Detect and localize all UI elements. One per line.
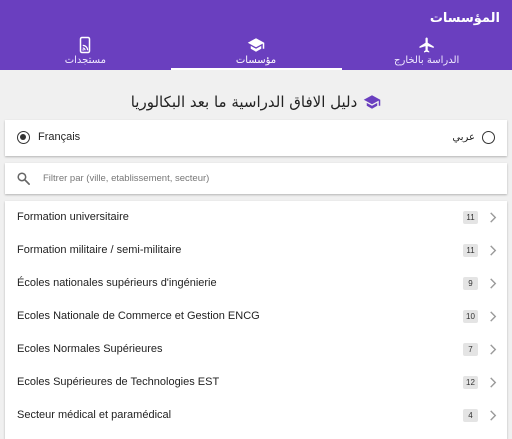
count-badge: 7 <box>463 343 478 356</box>
list-item-label: Secteur médical et paramédical <box>17 409 172 421</box>
chevron-right-icon <box>490 278 497 289</box>
french-label[interactable]: Français <box>38 131 80 143</box>
list-item[interactable]: Ecoles Nationale de Commerce et Gestion … <box>5 300 507 332</box>
tab-news-label: مستجدات <box>64 55 106 66</box>
list-item[interactable]: Ecoles Supérieures de Technologies EST 1… <box>5 366 507 398</box>
count-badge: 12 <box>463 376 478 389</box>
category-list: Formation universitaire 11 Formation mil… <box>5 201 507 439</box>
chevron-right-icon <box>490 311 497 322</box>
list-item-label: Ecoles Supérieures de Technologies EST <box>17 376 220 388</box>
graduation-cap-icon <box>364 95 381 109</box>
list-item[interactable]: Ecoles Normales Supérieures 7 <box>5 333 507 365</box>
arabic-radio[interactable] <box>482 131 495 144</box>
list-item[interactable]: Écoles nationales supérieurs d'ingénieri… <box>5 267 507 299</box>
count-badge: 9 <box>463 277 478 290</box>
search-icon <box>17 172 30 185</box>
tab-institutions[interactable]: مؤسسات <box>171 30 342 70</box>
app-title: المؤسسات <box>429 11 500 26</box>
list-item[interactable]: Formation militaire / semi-militaire 11 <box>5 234 507 266</box>
chevron-right-icon <box>490 410 497 421</box>
graduation-cap-icon <box>247 38 265 52</box>
search-input[interactable] <box>43 169 483 188</box>
search-bar <box>5 163 507 194</box>
chevron-right-icon <box>490 344 497 355</box>
count-badge: 11 <box>463 211 478 224</box>
tab-study-abroad[interactable]: الدراسة بالخارج <box>341 30 512 70</box>
tab-study-abroad-label: الدراسة بالخارج <box>394 55 460 66</box>
tab-institutions-label: مؤسسات <box>235 55 277 66</box>
phone-cast-icon <box>80 36 91 54</box>
language-selector: Français عربي <box>5 120 507 156</box>
count-badge: 10 <box>463 310 478 323</box>
page-title: دليل الافاق الدراسية ما بعد البكالوريا <box>130 93 358 111</box>
chevron-right-icon <box>490 245 497 256</box>
app-bar: المؤسسات مستجدات مؤسسات الدراسة بالخارج <box>0 0 512 70</box>
chevron-right-icon <box>490 212 497 223</box>
tab-news[interactable]: مستجدات <box>0 30 171 70</box>
chevron-right-icon <box>490 377 497 388</box>
list-item-label: Formation militaire / semi-militaire <box>17 244 182 256</box>
active-tab-indicator <box>171 68 342 70</box>
page-heading: دليل الافاق الدراسية ما بعد البكالوريا <box>0 92 512 112</box>
list-item-label: Écoles nationales supérieurs d'ingénieri… <box>17 277 217 289</box>
list-item-label: Ecoles Nationale de Commerce et Gestion … <box>17 310 260 322</box>
count-badge: 11 <box>463 244 478 257</box>
french-radio[interactable] <box>17 131 30 144</box>
arabic-label[interactable]: عربي <box>452 132 475 143</box>
tab-bar: مستجدات مؤسسات الدراسة بالخارج <box>0 30 512 70</box>
count-badge: 4 <box>463 409 478 422</box>
list-item[interactable]: Formation universitaire 11 <box>5 201 507 233</box>
airplane-icon <box>419 37 434 53</box>
list-item-label: Ecoles Normales Supérieures <box>17 343 163 355</box>
list-item[interactable]: Secteur médical et paramédical 4 <box>5 399 507 431</box>
list-item-label: Formation universitaire <box>17 211 129 223</box>
